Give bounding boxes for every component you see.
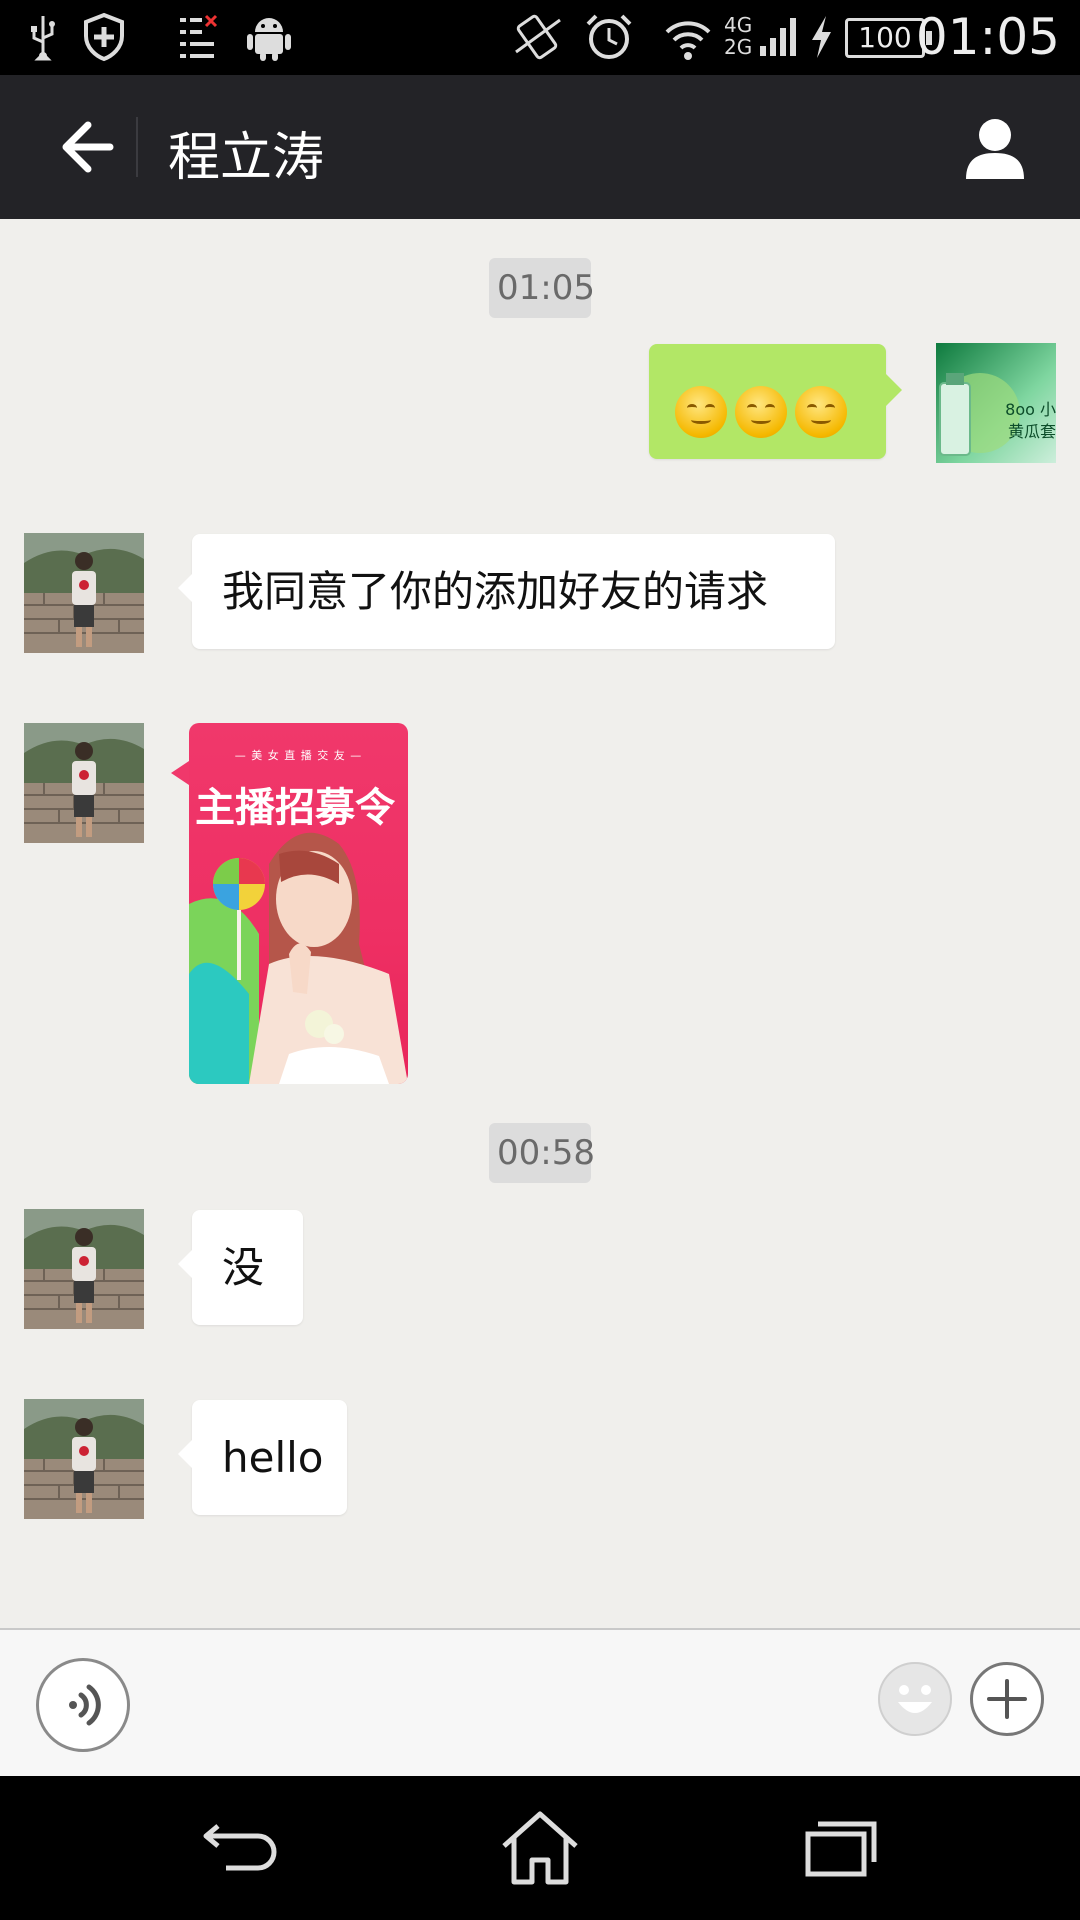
task-list-icon — [180, 14, 218, 58]
timestamp: 00:58 — [489, 1123, 595, 1183]
contact-avatar[interactable] — [24, 1209, 144, 1329]
poster-subtitle: — 美 女 直 播 交 友 — — [234, 749, 363, 762]
received-message-bubble[interactable]: 没 — [178, 1210, 303, 1325]
usb-icon — [31, 16, 55, 61]
shield-plus-icon — [84, 12, 124, 62]
poster-model-photo — [189, 832, 408, 1084]
sent-message-bubble[interactable] — [649, 344, 902, 459]
network-type: 4G 2G — [724, 13, 753, 59]
input-bar — [0, 1628, 1080, 1776]
timestamp: 01:05 — [489, 258, 595, 318]
nav-back-icon[interactable] — [196, 1806, 296, 1890]
nav-recents-icon[interactable] — [790, 1806, 890, 1890]
avatar-photo — [24, 533, 144, 653]
android-icon — [247, 18, 291, 61]
alarm-icon — [586, 14, 632, 59]
battery-icon: 100 — [845, 18, 932, 58]
header-divider — [136, 117, 138, 177]
nav-home-icon[interactable] — [490, 1806, 590, 1890]
plus-icon[interactable] — [970, 1662, 1044, 1736]
smile-emoji-icon — [675, 385, 727, 438]
received-message-bubble[interactable]: hello — [178, 1400, 347, 1515]
smile-emoji-icon — [795, 385, 847, 438]
avatar-photo — [24, 723, 144, 843]
received-message-bubble[interactable]: 我同意了你的添加好友的请求 — [178, 534, 835, 649]
emoji-icon[interactable] — [878, 1662, 952, 1736]
status-bar: 4G 2G 100 01:05 — [0, 0, 1080, 75]
smile-emoji-icon — [735, 385, 787, 438]
chat-area[interactable]: 01:05 8oo 小黄瓜套 我同意了你的添加好友的请求 — 美 女 直 播 交… — [0, 219, 1080, 1628]
contact-avatar[interactable] — [24, 1399, 144, 1519]
back-arrow-icon[interactable] — [38, 107, 128, 187]
my-avatar[interactable]: 8oo 小黄瓜套 — [936, 343, 1056, 463]
avatar-photo — [24, 1399, 144, 1519]
contact-avatar[interactable] — [24, 533, 144, 653]
page-title: 程立涛 — [168, 128, 325, 188]
received-image-message[interactable]: — 美 女 直 播 交 友 — 主播招募令 — [171, 723, 408, 1084]
recruitment-poster-image: — 美 女 直 播 交 友 — 主播招募令 — [189, 723, 408, 1084]
charging-icon — [812, 16, 831, 58]
avatar-photo — [24, 1209, 144, 1329]
avatar-brand-text: 8oo 小黄瓜套 — [1005, 400, 1056, 441]
status-time: 01:05 — [915, 8, 1060, 66]
vibrate-icon — [515, 14, 561, 60]
system-nav-bar — [0, 1776, 1080, 1920]
signal-icon — [760, 18, 796, 56]
voice-icon[interactable] — [36, 1658, 130, 1752]
chat-header: 程立涛 — [0, 75, 1080, 219]
contact-avatar[interactable] — [24, 723, 144, 843]
wifi-icon — [665, 21, 711, 60]
person-icon[interactable] — [960, 113, 1030, 183]
